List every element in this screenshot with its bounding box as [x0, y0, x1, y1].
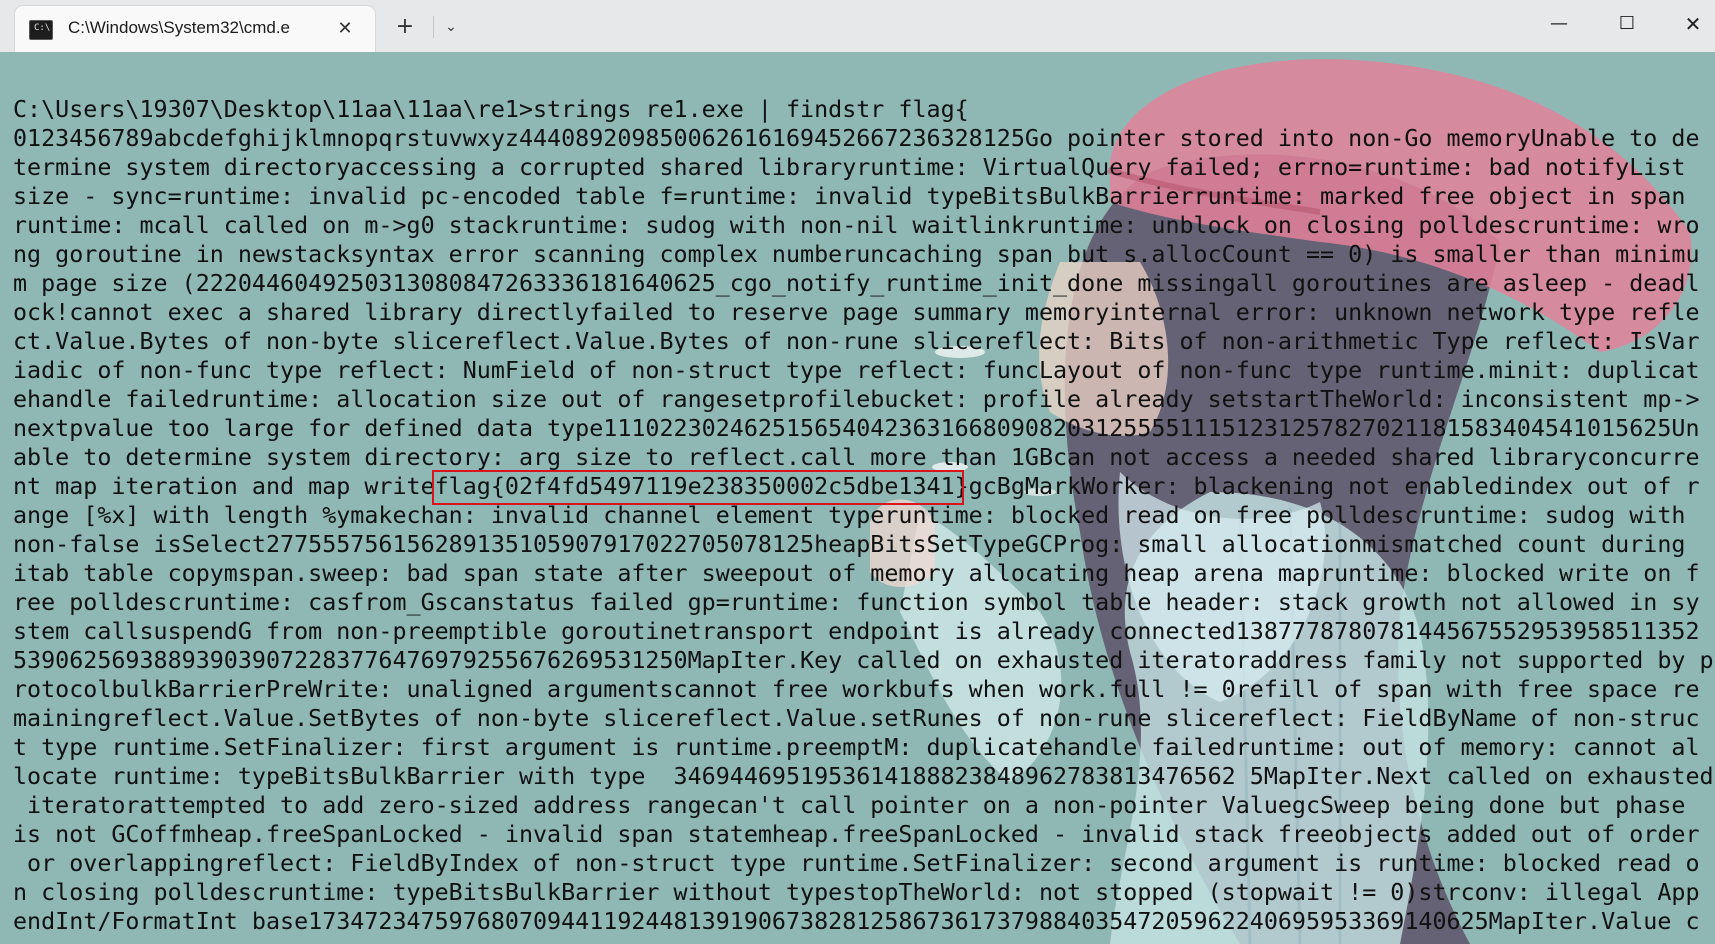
console-line: m page size (222044604925031308084726333… [13, 269, 1700, 297]
console-line: able to determine system directory: arg … [13, 443, 1700, 471]
close-tab-icon[interactable]: ✕ [332, 16, 358, 42]
chevron-down-icon[interactable]: ⌄ [438, 14, 464, 40]
console-line: mainingreflect.Value.SetBytes of non-byt… [13, 704, 1700, 732]
console-line: ng goroutine in newstacksyntax error sca… [13, 240, 1700, 268]
console-line: ange [%x] with length %ymakechan: invali… [13, 501, 1686, 529]
flag-highlight-box [432, 470, 964, 505]
console-line: 0123456789abcdefghijklmnopqrstuvwxyz4440… [13, 124, 1700, 152]
close-window-button[interactable]: ✕ [1670, 8, 1715, 40]
console-line: iteratorattempted to add zero-sized addr… [13, 791, 1686, 819]
console-line: n closing polldescruntime: typeBitsBulkB… [13, 878, 1700, 906]
console-line: ock!cannot exec a shared library directl… [13, 298, 1700, 326]
new-tab-button[interactable]: + [392, 14, 418, 40]
minimize-button[interactable]: — [1536, 8, 1582, 40]
console-line: is not GCoffmheap.freeSpanLocked - inval… [13, 820, 1700, 848]
console-output: C:\Users\19307\Desktop\11aa\11aa\re1>str… [13, 95, 1714, 936]
tab-title: C:\Windows\System32\cmd.e [68, 18, 291, 37]
console-area[interactable]: C:\Users\19307\Desktop\11aa\11aa\re1>str… [0, 52, 1715, 944]
console-line: iadic of non-func type reflect: NumField… [13, 356, 1700, 384]
maximize-button[interactable]: ☐ [1604, 8, 1650, 40]
console-line: termine system directoryaccessing a corr… [13, 153, 1686, 181]
console-line: runtime: mcall called on m->g0 stackrunt… [13, 211, 1700, 239]
console-line: ct.Value.Bytes of non-byte slicereflect.… [13, 327, 1700, 355]
console-line: itab table copymspan.sweep: bad span sta… [13, 559, 1700, 587]
console-line: ehandle failedruntime: allocation size o… [13, 385, 1700, 413]
console-line: C:\Users\19307\Desktop\11aa\11aa\re1>str… [13, 95, 969, 123]
console-line: size - sync=runtime: invalid pc-encoded … [13, 182, 1686, 210]
console-line: 5390625693889390390722837764769792556762… [13, 646, 1714, 674]
console-line: nextpvalue too large for defined data ty… [13, 414, 1700, 442]
console-line: ree polldescruntime: casfrom_Gscanstatus… [13, 588, 1700, 616]
console-line: endInt/FormatInt base1734723475976807094… [13, 907, 1700, 935]
tab-divider [433, 16, 434, 38]
console-line: rotocolbulkBarrierPreWrite: unaligned ar… [13, 675, 1700, 703]
terminal-icon: C:\ [29, 20, 53, 40]
console-line: non-false isSelect2775557561562891351059… [13, 530, 1686, 558]
console-line: locate runtime: typeBitsBulkBarrier with… [13, 762, 1714, 790]
console-line: t type runtime.SetFinalizer: first argum… [13, 733, 1700, 761]
console-line: or overlappingreflect: FieldByIndex of n… [13, 849, 1700, 877]
console-line: stem callsuspendG from non-preemptible g… [13, 617, 1700, 645]
title-bar: C:\ C:\Windows\System32\cmd.e ✕ + ⌄ — ☐ … [0, 0, 1715, 52]
tab-cmd[interactable]: C:\ C:\Windows\System32\cmd.e ✕ [15, 6, 375, 52]
